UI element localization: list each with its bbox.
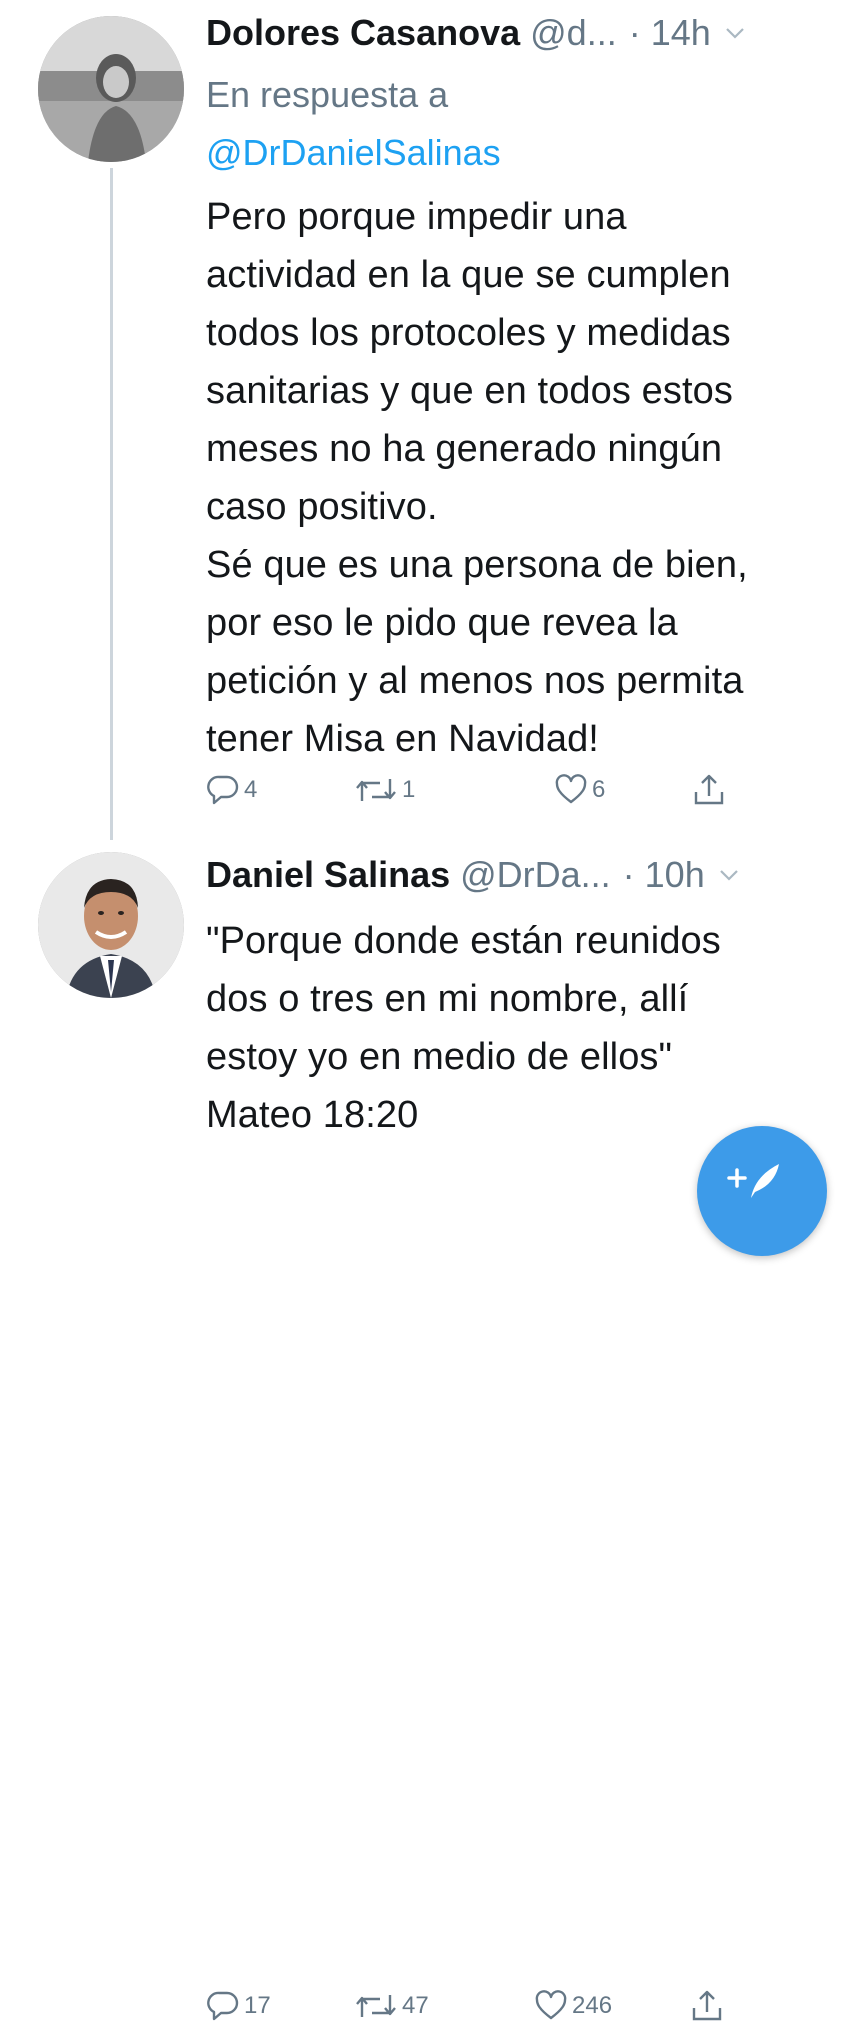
retweet-icon xyxy=(354,773,398,807)
reply-to-label: En respuesta a xyxy=(206,74,449,115)
chevron-down-icon[interactable] xyxy=(725,23,745,43)
reply-button[interactable]: 17 xyxy=(206,1986,271,2026)
like-button[interactable]: 6 xyxy=(554,770,605,810)
reply-button[interactable]: 4 xyxy=(206,770,257,810)
chevron-down-icon[interactable] xyxy=(719,865,739,885)
reply-icon xyxy=(206,773,240,807)
retweet-icon xyxy=(354,1989,398,2023)
like-button[interactable]: 246 xyxy=(534,1986,612,2026)
tweet-text: Pero porque impedir una actividad en la … xyxy=(206,196,748,760)
share-button[interactable] xyxy=(692,770,726,810)
like-icon xyxy=(554,773,588,807)
display-name[interactable]: Daniel Salinas xyxy=(206,857,450,893)
like-icon xyxy=(534,1989,568,2023)
share-icon xyxy=(692,772,726,808)
compose-tweet-button[interactable] xyxy=(697,1126,827,1256)
tweet-header: Dolores Casanova @d... · 14h xyxy=(206,0,821,66)
tweet-header: Daniel Salinas @DrDa... · 10h xyxy=(206,840,821,910)
reply-icon xyxy=(206,1989,240,2023)
user-handle[interactable]: @d... xyxy=(530,15,617,51)
like-count: 246 xyxy=(572,1992,613,2019)
avatar[interactable] xyxy=(38,852,184,998)
timestamp[interactable]: · 10h xyxy=(623,857,705,893)
reply-count: 4 xyxy=(244,776,258,803)
thread-connector-line xyxy=(110,168,113,840)
display-name[interactable]: Dolores Casanova xyxy=(206,15,520,51)
share-icon xyxy=(690,1988,724,2024)
tweet-text: "Porque donde están reunidos dos o tres … xyxy=(206,920,721,1136)
reply-mention-link[interactable]: @DrDanielSalinas xyxy=(206,124,821,182)
retweet-button[interactable]: 47 xyxy=(354,1986,429,2026)
retweet-count: 1 xyxy=(402,776,416,803)
reply-count: 17 xyxy=(244,1992,271,2019)
user-handle[interactable]: @DrDa... xyxy=(460,857,611,893)
retweet-button[interactable]: 1 xyxy=(354,770,415,810)
share-button[interactable] xyxy=(690,1986,724,2026)
retweet-count: 47 xyxy=(402,1992,429,2019)
avatar[interactable] xyxy=(38,16,184,162)
like-count: 6 xyxy=(592,776,606,803)
timestamp[interactable]: · 14h xyxy=(629,15,711,51)
